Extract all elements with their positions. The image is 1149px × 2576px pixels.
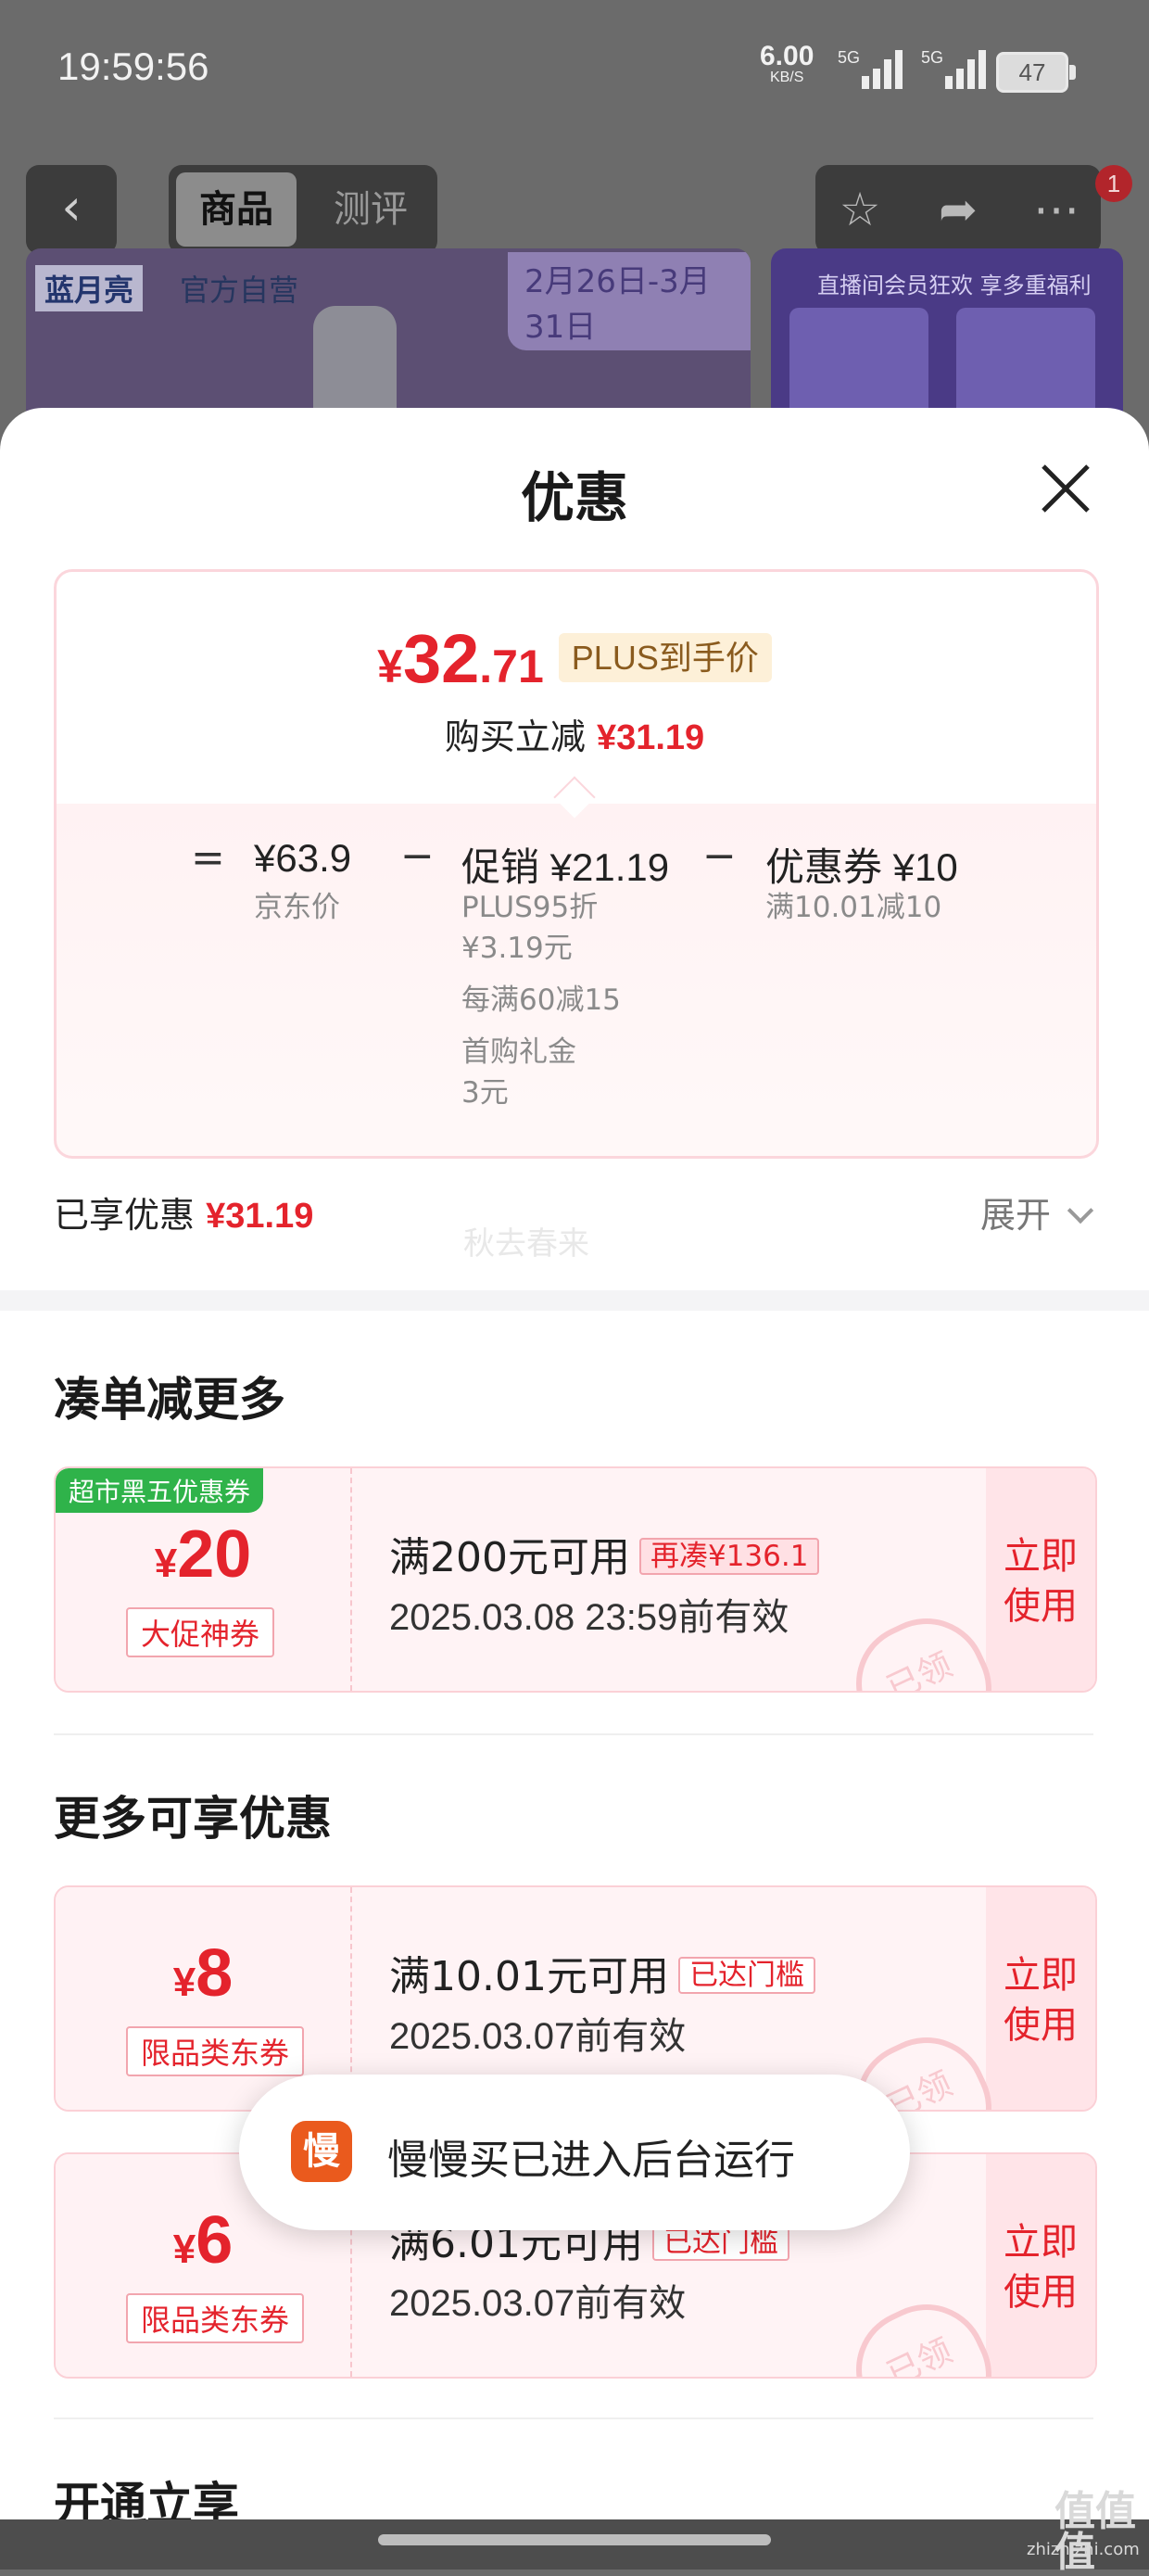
section-title-available: 更多可享优惠 <box>54 1792 332 1846</box>
coupon-title: 满10.01元可用 已达门槛 <box>389 1943 815 2002</box>
price-integer: 32 <box>402 620 480 697</box>
use-now-line-1: 立即 <box>1004 2221 1078 2264</box>
minus-sign-2: − <box>702 832 737 880</box>
manmanmai-app-icon: 慢 <box>291 2121 352 2182</box>
coupon-condition: 满10.01减10 <box>765 891 942 924</box>
coupon-card[interactable]: 超市黑五优惠券 ¥20 大促神券 满200元可用 再凑¥136.1 2025.03… <box>54 1466 1097 1693</box>
use-now-line-1: 立即 <box>1004 1535 1078 1578</box>
promo-line-5: 3元 <box>461 1076 509 1110</box>
coupon-number: 6 <box>196 2203 234 2278</box>
instant-label: 购买立减 <box>444 717 586 757</box>
top-tabs: 商品 测评 <box>169 165 437 254</box>
minus-sign-1: − <box>400 832 435 880</box>
instant-discount: 购买立减 ¥31.19 <box>0 708 1149 759</box>
jd-price-label: 京东价 <box>254 891 340 924</box>
coupon-number: 8 <box>196 1936 234 2011</box>
back-button[interactable]: ‹ <box>26 165 117 254</box>
net-label-2: 5G <box>921 48 943 67</box>
network-speed: 6.00 KB/S <box>760 43 814 85</box>
plus-price-tag: PLUS到手价 <box>558 633 772 682</box>
coupon-amount: 优惠券 ¥10 <box>765 845 958 889</box>
promo-date: 2月26日-3月31日 <box>508 252 751 350</box>
threshold-met-tag: 已达门槛 <box>677 1957 815 1994</box>
price-decimal: .71 <box>479 641 544 692</box>
expand-button[interactable]: 展开 <box>980 1186 1051 1237</box>
coupon-type: 限品类东券 <box>126 2293 305 2343</box>
use-now-button[interactable]: 立即 使用 <box>986 1531 1095 1631</box>
tab-goods[interactable]: 商品 <box>176 172 297 247</box>
signal-icon: 5G <box>838 48 903 89</box>
product-banner: 蓝月亮 官方自营 2月26日-3月31日 <box>26 248 751 434</box>
price-yen: ¥ <box>377 641 403 692</box>
promo-line-3: 每满60减15 <box>461 983 621 1017</box>
enjoyed-discount: 已享优惠 ¥31.19 <box>54 1186 313 1237</box>
share-icon[interactable]: ➦ <box>914 165 1003 254</box>
live-banner: 直播间会员狂欢 享多重福利 <box>771 248 1123 434</box>
promo-line-4: 首购礼金 <box>461 1035 576 1069</box>
coupon-condition-text: 满200元可用 <box>389 1534 630 1581</box>
equals-sign: = <box>191 834 225 882</box>
section-title-more: 凑单减更多 <box>54 1373 285 1427</box>
promo-amount: 促销 ¥21.19 <box>461 845 670 889</box>
toast-message: 慢慢买已进入后台运行 <box>387 2137 795 2184</box>
use-now-line-2: 使用 <box>1004 2004 1078 2047</box>
coupon-yen: ¥ <box>172 2227 196 2272</box>
use-now-line-1: 立即 <box>1004 1954 1078 1997</box>
more-icon[interactable]: ⋯ <box>1012 165 1101 254</box>
top-actions: ☆ ➦ ⋯ <box>815 165 1101 254</box>
coupon-expiry: 2025.03.08 23:59前有效 <box>389 1597 789 1638</box>
instant-amount: ¥31.19 <box>596 718 705 757</box>
site-watermark-url: zhizhizhi.com <box>1027 2540 1140 2559</box>
use-now-line-2: 使用 <box>1004 1585 1078 1628</box>
promo-line-2: ¥3.19元 <box>461 932 573 965</box>
signal-icon-2: 5G <box>921 48 986 89</box>
watermark-text: 秋去春来 <box>463 1225 589 1263</box>
coupon-type: 大促神券 <box>126 1607 275 1657</box>
status-time: 19:59:56 <box>57 44 209 88</box>
sheet-title: 优惠 <box>520 466 628 529</box>
coupon-expiry: 2025.03.07前有效 <box>389 2016 687 2057</box>
store-label: 官方自营 <box>180 273 299 308</box>
coupon-expiry: 2025.03.07前有效 <box>389 2283 687 2324</box>
separator <box>54 1733 1093 1735</box>
network-speed-unit: KB/S <box>769 70 804 85</box>
use-now-button[interactable]: 立即 使用 <box>986 2217 1095 2317</box>
close-icon[interactable] <box>1036 459 1095 518</box>
coupon-yen: ¥ <box>154 1541 178 1586</box>
coupon-value: ¥8 <box>56 1935 350 2011</box>
coupon-gap-tag: 再凑¥136.1 <box>638 1538 820 1575</box>
home-indicator[interactable] <box>378 2534 771 2545</box>
enjoyed-amount: ¥31.19 <box>206 1197 314 1236</box>
coupon-corner-tag: 超市黑五优惠券 <box>56 1468 264 1513</box>
separator <box>54 2417 1093 2419</box>
favorite-star-icon[interactable]: ☆ <box>815 165 904 254</box>
coupon-condition-text: 满10.01元可用 <box>389 1953 669 2000</box>
live-banner-text: 直播间会员狂欢 享多重福利 <box>817 273 1092 298</box>
use-now-button[interactable]: 立即 使用 <box>986 1950 1095 2050</box>
brand-logo: 蓝月亮 <box>35 265 144 311</box>
coupon-yen: ¥ <box>172 1960 196 2005</box>
use-now-line-2: 使用 <box>1004 2271 1078 2314</box>
net-label-1: 5G <box>838 48 860 67</box>
network-speed-value: 6.00 <box>760 41 814 71</box>
enjoyed-label: 已享优惠 <box>54 1195 196 1236</box>
cart-badge: 1 <box>1095 165 1132 202</box>
tab-review[interactable]: 测评 <box>315 172 426 247</box>
coupon-type: 限品类东券 <box>126 2026 305 2076</box>
final-price: ¥32.71 PLUS到手价 <box>0 619 1149 698</box>
site-watermark-logo: 值值值 <box>1054 2488 1136 2576</box>
coupon-value: ¥20 <box>56 1516 350 1593</box>
background-run-toast: 慢 慢慢买已进入后台运行 <box>239 2075 910 2230</box>
jd-price: ¥63.9 <box>254 836 352 880</box>
coupon-number: 20 <box>177 1517 252 1592</box>
coupon-title: 满200元可用 再凑¥136.1 <box>389 1524 820 1583</box>
section-divider <box>0 1290 1149 1311</box>
promo-line-1: PLUS95折 <box>461 891 599 924</box>
battery-icon: 47 <box>996 52 1076 93</box>
